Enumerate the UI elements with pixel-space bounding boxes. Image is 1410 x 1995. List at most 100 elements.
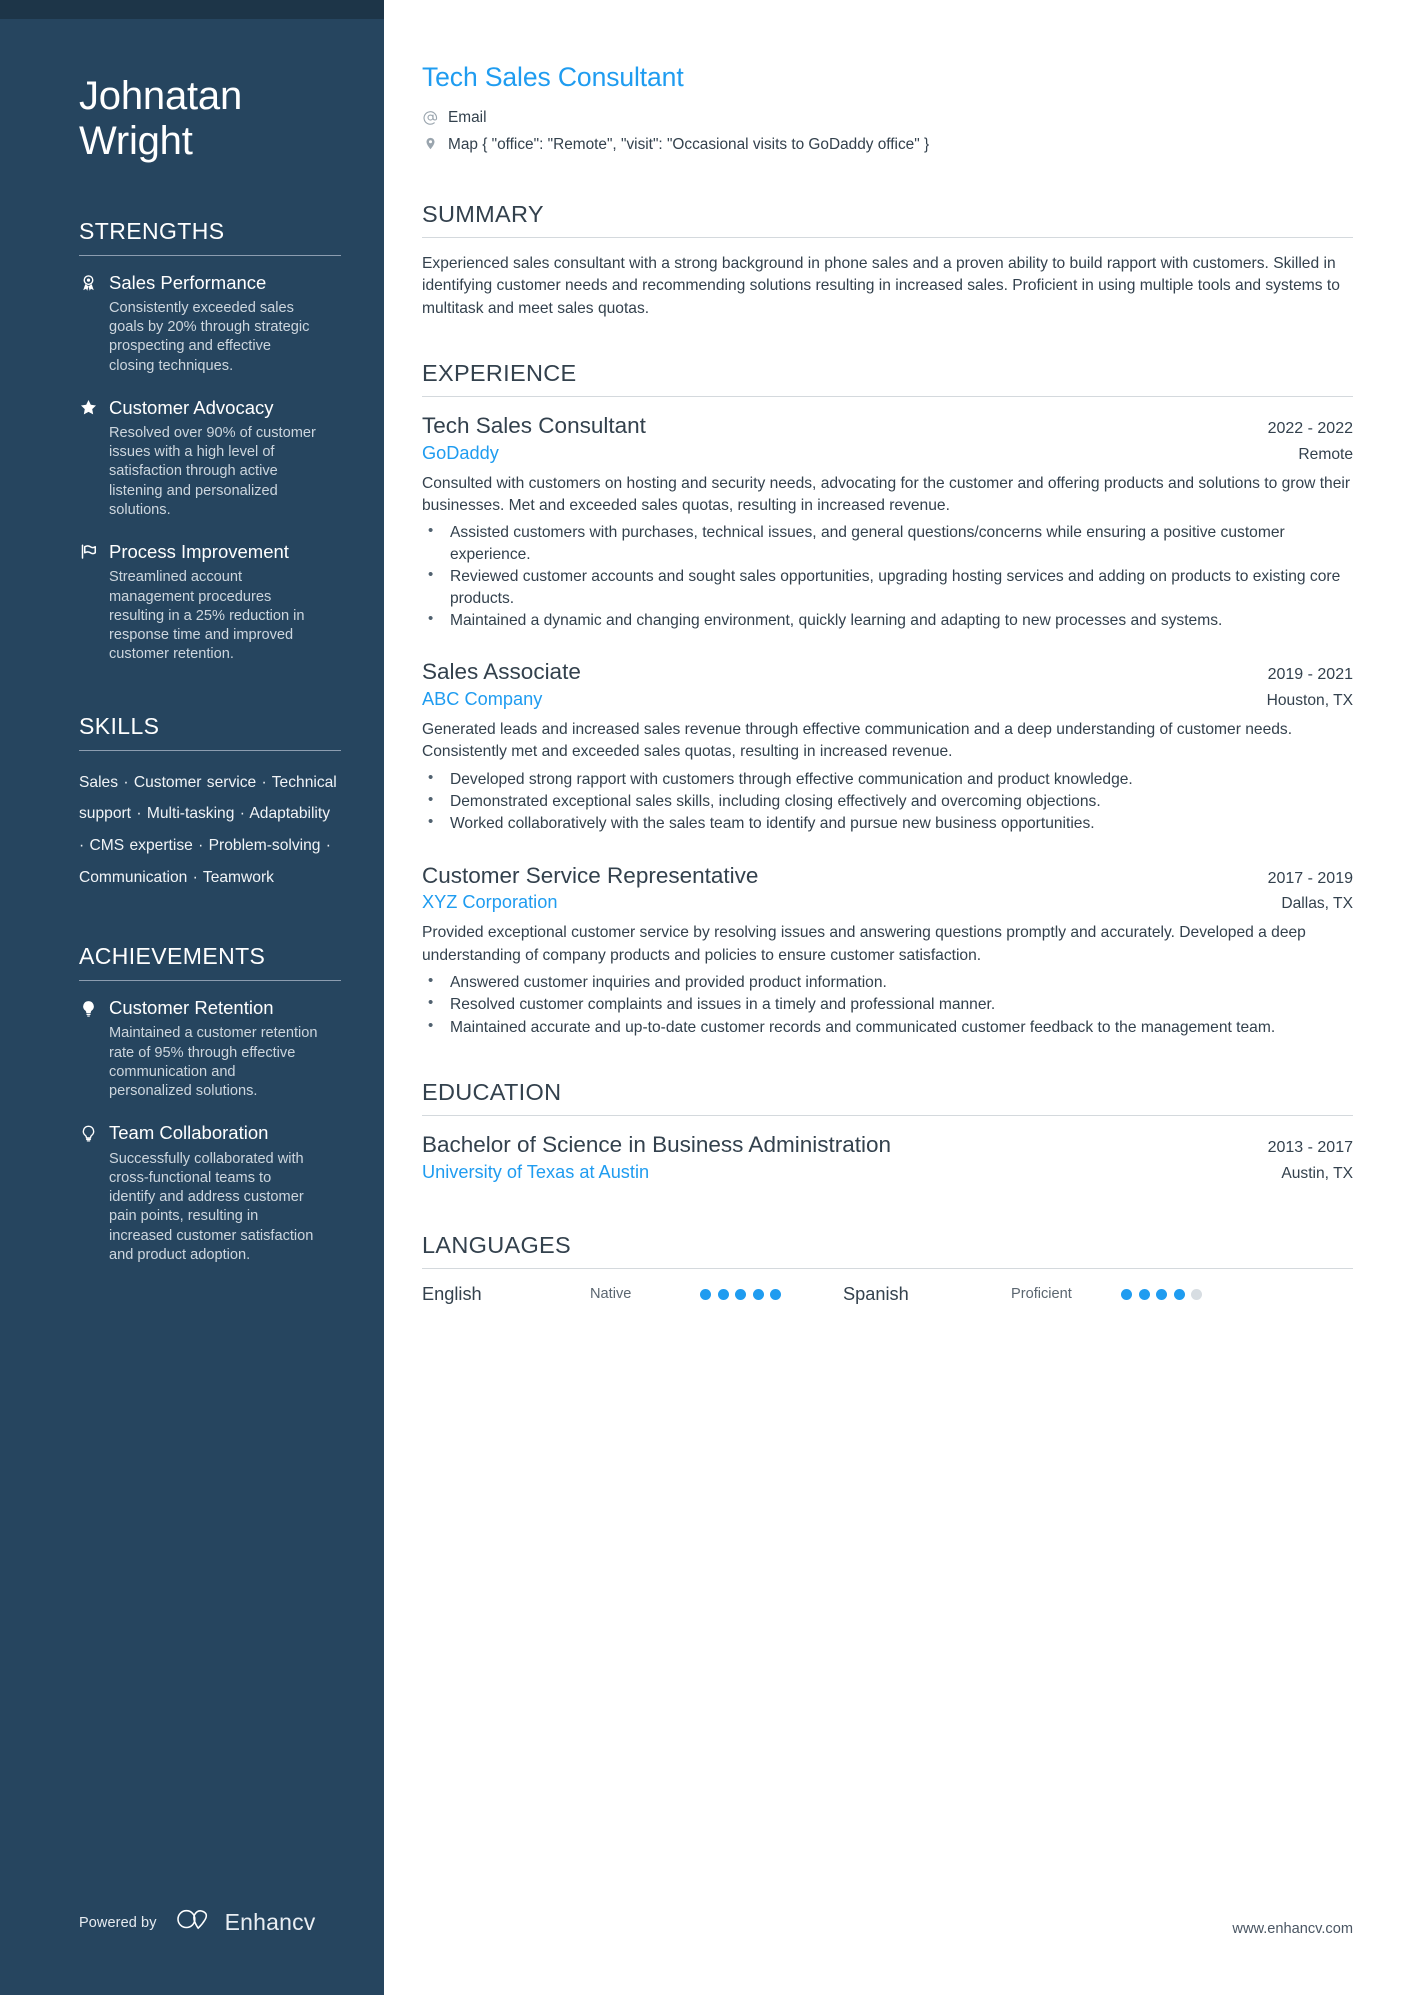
experience-date: 2017 - 2019 — [1267, 869, 1353, 887]
education-degree: Bachelor of Science in Business Administ… — [422, 1132, 891, 1158]
experience-entry: Sales Associate 2019 - 2021 ABC Company … — [422, 658, 1353, 834]
experience-description: Consulted with customers on hosting and … — [422, 474, 1351, 514]
rating-dot — [1138, 1288, 1150, 1300]
rating-dot — [700, 1288, 711, 1300]
education-title: EDUCATION — [422, 1079, 562, 1106]
experience-bullet: Resolved customer complaints and issues … — [422, 993, 1353, 1015]
achievement-item-title: Customer Retention — [109, 997, 274, 1019]
main-content: Tech Sales Consultant Email Map { "offic… — [384, 0, 1410, 1995]
summary-section: SUMMARY Experienced sales consultant wit… — [422, 201, 1353, 320]
achievement-item: Team Collaboration Successfully collabor… — [79, 1122, 338, 1265]
website-footer: www.enhancv.com — [1232, 1921, 1353, 1937]
education-date: 2013 - 2017 — [1267, 1139, 1353, 1157]
rating-dot — [1173, 1288, 1185, 1300]
map-pin-icon — [422, 134, 439, 154]
rating-dot — [735, 1288, 746, 1300]
experience-bullet: Demonstrated exceptional sales skills, i… — [422, 790, 1353, 812]
experience-role: Sales Associate — [422, 659, 581, 685]
resume-page: Johnatan Wright STRENGTHS Sales Performa… — [0, 0, 1410, 1995]
education-entry: Bachelor of Science in Business Administ… — [422, 1131, 1353, 1182]
summary-text: Experienced sales consultant with a stro… — [422, 254, 1340, 317]
lightbulb-outline-icon — [79, 1124, 98, 1143]
education-location: Austin, TX — [1281, 1164, 1353, 1182]
candidate-name: Johnatan Wright — [79, 74, 242, 163]
experience-section: EXPERIENCE Tech Sales Consultant 2022 - … — [422, 360, 1353, 1039]
languages-title: LANGUAGES — [422, 1231, 571, 1258]
contact-email-text: Email — [448, 109, 487, 126]
experience-entry: Customer Service Representative 2017 - 2… — [422, 862, 1353, 1038]
skills-section: SKILLS Sales · Customer service · Techni… — [79, 712, 341, 894]
strength-item: Process Improvement Streamlined account … — [79, 541, 338, 664]
language-rating-dots — [1121, 1288, 1202, 1300]
achievement-item-desc: Maintained a customer retention rate of … — [109, 1025, 318, 1100]
experience-title: EXPERIENCE — [422, 360, 577, 387]
experience-date: 2019 - 2021 — [1267, 666, 1353, 684]
contact-location-text: Map { "office": "Remote", "visit": "Occa… — [448, 135, 930, 153]
lightbulb-filled-icon — [79, 999, 98, 1018]
strength-item-title: Customer Advocacy — [109, 396, 274, 418]
experience-location: Remote — [1298, 445, 1353, 463]
at-email-icon — [422, 107, 439, 127]
rating-dot — [1156, 1288, 1167, 1300]
experience-role: Customer Service Representative — [422, 862, 759, 888]
languages-row: English Native Spanish Proficient — [422, 1284, 1353, 1305]
rating-dot — [1121, 1288, 1132, 1300]
experience-description: Provided exceptional customer service by… — [422, 924, 1306, 964]
rating-dot — [1191, 1288, 1202, 1300]
achievement-item-desc: Successfully collaborated with cross-fun… — [109, 1150, 314, 1263]
strength-item-desc: Consistently exceeded sales goals by 20%… — [109, 299, 310, 374]
experience-company[interactable]: GoDaddy — [422, 443, 499, 464]
strengths-divider — [79, 254, 341, 256]
strength-item: Sales Performance Consistently exceeded … — [79, 272, 338, 376]
contact-email-row: Email — [422, 107, 1353, 129]
achievements-title: ACHIEVEMENTS — [79, 943, 266, 970]
experience-location: Dallas, TX — [1281, 895, 1353, 913]
language-level: Proficient — [1011, 1286, 1072, 1303]
enhancv-brand-name: Enhancv — [224, 1909, 316, 1935]
experience-date: 2022 - 2022 — [1267, 420, 1353, 438]
experience-company[interactable]: ABC Company — [422, 689, 542, 710]
language-name: Spanish — [843, 1283, 909, 1304]
powered-by-label: Powered by — [79, 1914, 157, 1931]
summary-title: SUMMARY — [422, 200, 544, 227]
languages-section: LANGUAGES English Native Spanish Profici… — [422, 1232, 1353, 1305]
award-ribbon-icon — [79, 273, 98, 292]
strength-item-title: Sales Performance — [109, 271, 267, 293]
skills-title: SKILLS — [79, 712, 160, 739]
achievement-item: Customer Retention Maintained a customer… — [79, 997, 338, 1101]
summary-divider — [422, 236, 1353, 238]
skills-divider — [79, 749, 341, 751]
experience-role: Tech Sales Consultant — [422, 413, 646, 439]
experience-divider — [422, 396, 1353, 398]
rating-dot — [752, 1288, 764, 1300]
enhancv-logo-icon — [176, 1908, 214, 1937]
star-icon — [79, 398, 98, 417]
achievement-item-title: Team Collaboration — [109, 1122, 269, 1144]
strength-item-title: Process Improvement — [109, 541, 289, 563]
strength-item: Customer Advocacy Resolved over 90% of c… — [79, 397, 338, 520]
education-divider — [422, 1115, 1353, 1117]
experience-entry: Tech Sales Consultant 2022 - 2022 GoDadd… — [422, 412, 1353, 631]
language-name: English — [422, 1283, 482, 1304]
language-item: Spanish Proficient — [843, 1284, 1202, 1305]
contact-location-row: Map { "office": "Remote", "visit": "Occa… — [422, 134, 1353, 156]
rating-dot — [717, 1288, 729, 1300]
language-level: Native — [590, 1286, 632, 1303]
education-school[interactable]: University of Texas at Austin — [422, 1162, 649, 1183]
sidebar: Johnatan Wright STRENGTHS Sales Performa… — [0, 0, 384, 1995]
strengths-section: STRENGTHS Sales Performance Consistently… — [79, 218, 341, 665]
experience-bullet: Maintained a dynamic and changing enviro… — [422, 609, 1353, 631]
language-rating-dots — [700, 1288, 781, 1300]
experience-description: Generated leads and increased sales reve… — [422, 720, 1293, 761]
strength-item-desc: Resolved over 90% of customer issues wit… — [109, 424, 316, 518]
flag-icon — [79, 543, 98, 562]
experience-company[interactable]: XYZ Corporation — [422, 892, 557, 913]
achievements-section: ACHIEVEMENTS Customer Retention Maintain… — [79, 943, 341, 1265]
headline-title: Tech Sales Consultant — [422, 62, 684, 92]
languages-divider — [422, 1267, 1353, 1269]
sidebar-top-accent-bar — [0, 0, 384, 19]
skills-list: Sales · Customer service · Technical sup… — [79, 773, 337, 886]
achievements-divider — [79, 980, 341, 982]
strength-item-desc: Streamlined account management procedure… — [109, 569, 305, 663]
experience-bullet: Assisted customers with purchases, techn… — [422, 521, 1353, 565]
